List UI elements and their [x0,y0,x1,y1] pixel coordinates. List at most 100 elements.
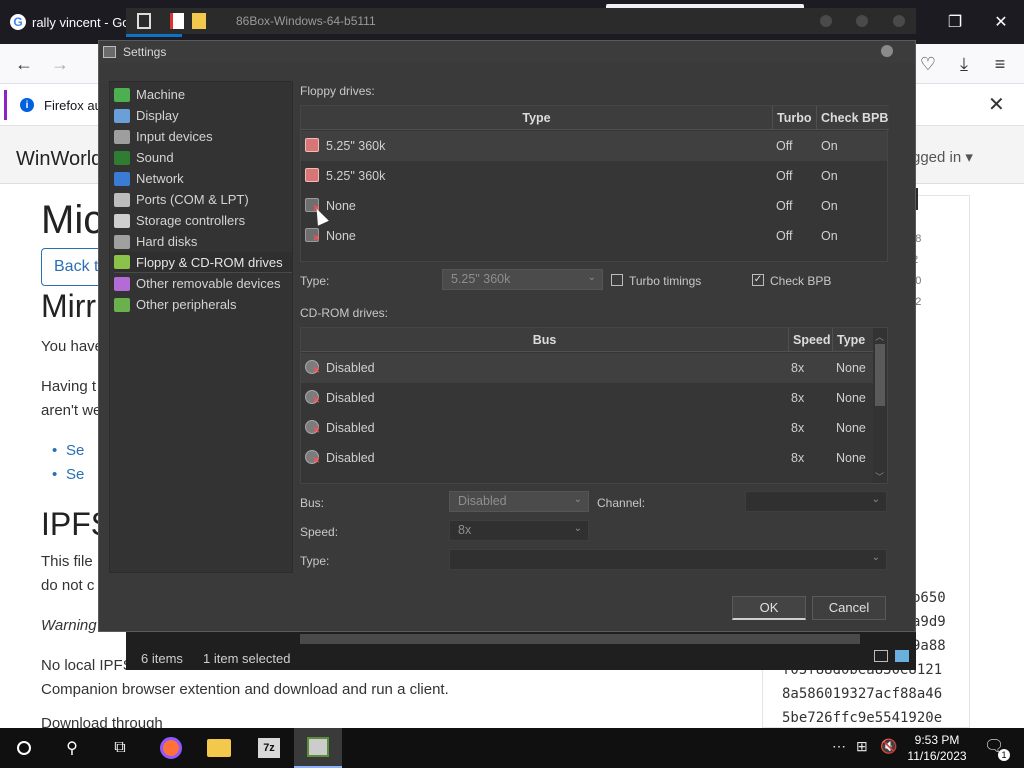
explorer-minimize-icon[interactable] [820,15,832,27]
list-link-2[interactable]: Se [52,466,85,483]
sidebar-item-input-devices[interactable]: Input devices [114,126,292,147]
search-button[interactable]: ⚲ [48,728,96,768]
floppy-type-dropdown[interactable]: 5.25" 360k ⌄ [442,269,603,290]
sidebar-item-label: Sound [136,150,174,165]
sidebar-item-label: Storage controllers [136,213,246,228]
explorer-hscrollbar[interactable] [300,634,860,644]
cdrom-type: None [836,391,866,405]
floppy-row-4[interactable]: ✕ None Off On [301,221,887,251]
cdrom-disabled-icon: ✕ [305,450,320,465]
cdrom-row-1[interactable]: ✕ Disabled 8x None [301,353,873,383]
close-window-icon[interactable]: ✕ [986,8,1016,36]
cdrom-header-type[interactable]: Type [833,328,873,352]
logged-in-menu[interactable]: gged in ▾ [912,148,973,166]
caret-down-icon: ▾ [965,149,973,166]
taskbar-86box[interactable] [294,728,342,768]
taskbar-firefox[interactable] [147,728,195,768]
sidebar-item-machine[interactable]: Machine [114,84,292,105]
floppy-header-check-bpb[interactable]: Check BPB [817,106,889,130]
floppy-header-type[interactable]: Type [301,106,773,130]
menu-icon[interactable]: ≡ [988,52,1012,76]
settings-window-icon [103,46,116,58]
cdrom-row-3[interactable]: ✕ Disabled 8x None [301,413,873,443]
sidebar-item-label: Other peripherals [136,297,237,312]
ok-button[interactable]: OK [732,596,806,620]
network-status-icon[interactable]: ⊞ [856,738,868,755]
paragraph-1: You have [41,338,104,355]
settings-dialog: Settings Machine Display Input devices S… [98,40,916,632]
cdrom-row-4[interactable]: ✕ Disabled 8x None [301,443,873,473]
properties-icon[interactable] [170,13,184,29]
sidebar-item-other-removable[interactable]: Other removable devices [114,273,292,294]
task-view-button[interactable]: ⧉ [96,728,144,768]
clock-time: 9:53 PM [914,733,960,747]
explorer-close-icon[interactable] [893,15,905,27]
check-bpb-label: Check BPB [770,274,832,288]
taskbar-7zip[interactable]: 7z [245,728,293,768]
details-view-icon[interactable] [874,650,888,662]
chevron-down-icon: ⌄ [871,494,880,505]
channel-dropdown[interactable]: ⌄ [745,491,887,512]
scrollbar-thumb[interactable] [875,344,885,406]
pocket-icon[interactable]: ♡ [916,52,940,76]
check-bpb-checkbox[interactable]: ✓ [752,274,764,286]
sidebar-item-storage-controllers[interactable]: Storage controllers [114,210,292,231]
sidebar-item-sound[interactable]: Sound [114,147,292,168]
browser-tab[interactable]: G rally vincent - Go [0,0,130,44]
speed-dropdown[interactable]: 8x ⌄ [449,520,589,541]
list-link-1[interactable]: Se [52,442,85,459]
notification-close-icon[interactable]: ✕ [988,92,1005,117]
restore-icon[interactable]: ❐ [940,8,970,36]
sidebar-item-floppy-cdrom[interactable]: Floppy & CD-ROM drives [114,252,292,273]
machine-icon [114,87,130,102]
cdrom-header-bus[interactable]: Bus [301,328,789,352]
volume-muted-icon[interactable]: 🔇 [880,738,897,755]
sidebar-item-label: Machine [136,87,186,102]
back-arrow-icon[interactable]: ← [12,52,36,76]
floppy-turbo: Off [776,169,793,183]
start-icon [17,741,31,755]
sidebar-item-network[interactable]: Network [114,168,292,189]
settings-close-icon[interactable] [881,45,893,57]
explorer-ribbon-accent [126,34,182,37]
speed-value: 8x [458,523,472,537]
cdrom-header-speed[interactable]: Speed [789,328,833,352]
show-hidden-icons-icon[interactable]: ⋯ [832,738,846,755]
floppy-check-bpb: On [821,229,838,243]
large-icons-view-icon[interactable] [895,650,909,662]
system-clock[interactable]: 9:53 PM 11/16/2023 [898,732,976,764]
explorer-maximize-icon[interactable] [856,15,868,27]
sidebar-item-ports[interactable]: Ports (COM & LPT) [114,189,292,210]
cdrom-type-dropdown[interactable]: ⌄ [449,549,887,570]
floppy-header-turbo[interactable]: Turbo [773,106,817,130]
task-view-icon: ⧉ [114,739,126,756]
cdrom-drives-label: CD-ROM drives: [300,306,389,320]
sidebar-item-display[interactable]: Display [114,105,292,126]
paragraph-2a: Having t [41,378,97,395]
downloads-icon[interactable]: ⤓ [952,52,976,76]
taskbar-file-explorer[interactable] [195,728,243,768]
turbo-timings-checkbox[interactable] [611,274,623,286]
sidebar-item-hard-disks[interactable]: Hard disks [114,231,292,252]
mirror-heading: Mirr [41,288,97,324]
scroll-down-icon[interactable]: ﹀ [875,470,884,483]
cdrom-row-2[interactable]: ✕ Disabled 8x None [301,383,873,413]
clock-date: 11/16/2023 [907,749,967,763]
sidebar-item-other-peripherals[interactable]: Other peripherals [114,294,292,315]
floppy-row-1[interactable]: 5.25" 360k Off On [301,131,887,161]
forward-arrow-icon[interactable]: → [48,52,72,76]
floppy-row-3[interactable]: ✕ None Off On [301,191,887,221]
turbo-timings-label: Turbo timings [629,274,702,288]
cancel-button[interactable]: Cancel [812,596,886,620]
scroll-up-icon[interactable]: ︿ [875,330,884,343]
new-folder-icon[interactable] [192,13,206,29]
start-button[interactable] [0,728,48,768]
sidebar-item-label: Other removable devices [136,276,281,291]
site-brand[interactable]: WinWorld [16,148,102,171]
floppy-row-2[interactable]: 5.25" 360k Off On [301,161,887,191]
hash-line: b650 [912,590,946,606]
browser-tab-title: rally vincent - Go [32,14,130,30]
hash-line: 5be726ffc9e5541920e [782,710,943,726]
cdrom-vertical-scrollbar[interactable]: ︿ ﹀ [873,328,887,483]
bus-dropdown[interactable]: Disabled ⌄ [449,491,589,512]
